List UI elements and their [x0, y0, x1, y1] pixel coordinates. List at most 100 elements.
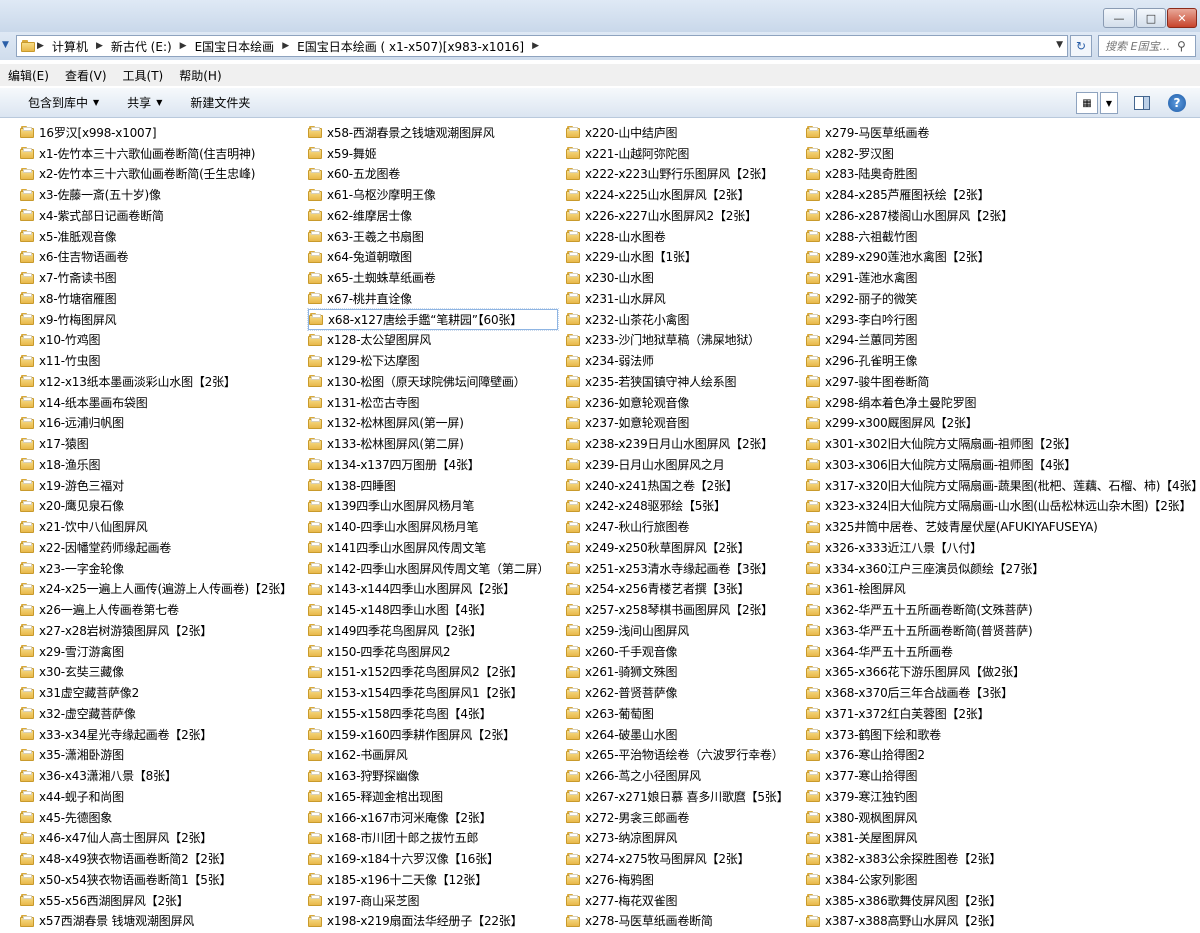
folder-item[interactable]: x8-竹塘宿雁图: [20, 288, 300, 309]
folder-item[interactable]: x257-x258琴棋书画图屏风【2张】: [566, 599, 806, 620]
breadcrumb-computer[interactable]: 计算机: [46, 38, 94, 55]
folder-item[interactable]: x169-x184十六罗汉像【16张】: [308, 848, 558, 869]
folder-item[interactable]: x64-兔道朝暾图: [308, 247, 558, 268]
folder-item[interactable]: x48-x49狭衣物语画卷断简2【2张】: [20, 848, 300, 869]
folder-item[interactable]: x22-因幡堂药师缘起画卷: [20, 537, 300, 558]
folder-item[interactable]: x261-骑狮文殊图: [566, 662, 806, 683]
folder-item[interactable]: x155-x158四季花鸟图【4张】: [308, 703, 558, 724]
folder-item[interactable]: x142-四季山水图屏风传周文笔（第二屏）: [308, 558, 558, 579]
folder-item[interactable]: x6-住吉物语画卷: [20, 247, 300, 268]
folder-item[interactable]: x274-x275牧马图屏风【2张】: [566, 848, 806, 869]
folder-item[interactable]: x68-x127唐绘手鑑“笔耕园”【60张】: [307, 307, 559, 331]
folder-item[interactable]: x57西湖春景 钱塘观潮图屏风: [20, 911, 300, 932]
folder-item[interactable]: x229-山水图【1张】: [566, 247, 806, 268]
breadcrumb-current-folder[interactable]: E国宝日本绘画 ( x1-x507)[x983-x1016]: [291, 38, 530, 55]
folder-item[interactable]: x284-x285芦雁图袄绘【2张】: [806, 184, 1200, 205]
folder-item[interactable]: x198-x219扇面法华经册子【22张】: [308, 911, 558, 932]
folder-item[interactable]: x16-远浦归帆图: [20, 413, 300, 434]
folder-item[interactable]: x151-x152四季花鸟图屏风2【2张】: [308, 662, 558, 683]
folder-item[interactable]: x36-x43潇湘八景【8张】: [20, 765, 300, 786]
folder-item[interactable]: x163-狩野探幽像: [308, 765, 558, 786]
folder-item[interactable]: x234-弱法师: [566, 350, 806, 371]
folder-item[interactable]: x264-破墨山水图: [566, 724, 806, 745]
folder-item[interactable]: x7-竹斋读书图: [20, 267, 300, 288]
folder-item[interactable]: x221-山越阿弥陀图: [566, 143, 806, 164]
folder-item[interactable]: x371-x372红白芙蓉图【2张】: [806, 703, 1200, 724]
folder-item[interactable]: x377-寒山拾得图: [806, 765, 1200, 786]
folder-item[interactable]: x222-x223山野行乐图屏风【2张】: [566, 164, 806, 185]
folder-item[interactable]: x4-紫式部日记画卷断简: [20, 205, 300, 226]
folder-item[interactable]: x384-公家列影图: [806, 869, 1200, 890]
folder-item[interactable]: x233-沙门地狱草稿（沸屎地狱）: [566, 330, 806, 351]
folder-item[interactable]: x3-佐藤一斎(五十岁)像: [20, 184, 300, 205]
refresh-button[interactable]: ↻: [1070, 35, 1092, 57]
maximize-button[interactable]: □: [1136, 8, 1166, 28]
folder-item[interactable]: x325井筒中居卷、艺妓青屋伏屋(AFUKIYAFUSEYA): [806, 516, 1200, 537]
folder-item[interactable]: x145-x148四季山水图【4张】: [308, 599, 558, 620]
folder-item[interactable]: x273-纳凉图屏风: [566, 828, 806, 849]
folder-item[interactable]: x46-x47仙人高士图屏风【2张】: [20, 828, 300, 849]
folder-item[interactable]: x262-普贤菩萨像: [566, 682, 806, 703]
folder-item[interactable]: x55-x56西湖图屏风【2张】: [20, 890, 300, 911]
folder-item[interactable]: x361-桧图屏风: [806, 579, 1200, 600]
address-dropdown-icon[interactable]: ▼: [1056, 40, 1063, 50]
folder-item[interactable]: x153-x154四季花鸟图屏风1【2张】: [308, 682, 558, 703]
folder-item[interactable]: x67-桃井直诠像: [308, 288, 558, 309]
folder-item[interactable]: x236-如意轮观音像: [566, 392, 806, 413]
folder-item[interactable]: x10-竹鸡图: [20, 330, 300, 351]
folder-item[interactable]: x60-五龙图卷: [308, 164, 558, 185]
folder-item[interactable]: x237-如意轮观音图: [566, 413, 806, 434]
folder-item[interactable]: x9-竹梅图屏风: [20, 309, 300, 330]
folder-item[interactable]: x129-松下达摩图: [308, 350, 558, 371]
folder-item[interactable]: x279-马医草纸画卷: [806, 122, 1200, 143]
folder-item[interactable]: x297-骏牛图卷断简: [806, 371, 1200, 392]
menu-view[interactable]: 查看(V): [57, 67, 115, 84]
folder-item[interactable]: x134-x137四万图册【4张】: [308, 454, 558, 475]
folder-item[interactable]: x62-维摩居士像: [308, 205, 558, 226]
folder-item[interactable]: x301-x302旧大仙院方丈隔扇画-祖师图【2张】: [806, 433, 1200, 454]
search-icon[interactable]: ⚲: [1177, 39, 1186, 53]
folder-item[interactable]: x277-梅花双雀图: [566, 890, 806, 911]
menu-help[interactable]: 帮助(H): [171, 67, 229, 84]
folder-item[interactable]: x240-x241热国之卷【2张】: [566, 475, 806, 496]
folder-item[interactable]: x303-x306旧大仙院方丈隔扇画-祖师图【4张】: [806, 454, 1200, 475]
folder-item[interactable]: x293-李白吟行图: [806, 309, 1200, 330]
folder-item[interactable]: x27-x28岩树游猿图屏风【2张】: [20, 620, 300, 641]
folder-item[interactable]: x26一遍上人传画卷第七卷: [20, 599, 300, 620]
folder-item[interactable]: x266-茑之小径图屏风: [566, 765, 806, 786]
folder-item[interactable]: x260-千手观音像: [566, 641, 806, 662]
folder-item[interactable]: x32-虚空藏菩萨像: [20, 703, 300, 724]
breadcrumb-drive[interactable]: 新古代 (E:): [105, 38, 178, 55]
folder-item[interactable]: x44-蚬子和尚图: [20, 786, 300, 807]
folder-item[interactable]: x17-猿图: [20, 433, 300, 454]
folder-item[interactable]: x58-西湖春景之钱塘观潮图屏风: [308, 122, 558, 143]
new-folder-button[interactable]: 新建文件夹: [176, 94, 264, 111]
close-button[interactable]: ✕: [1167, 8, 1197, 28]
menu-edit[interactable]: 编辑(E): [0, 67, 57, 84]
folder-item[interactable]: x159-x160四季耕作图屏风【2张】: [308, 724, 558, 745]
folder-item[interactable]: x23-一字金轮像: [20, 558, 300, 579]
folder-item[interactable]: x323-x324旧大仙院方丈隔扇画-山水图(山岳松林远山杂木图)【2张】: [806, 496, 1200, 517]
include-in-library-button[interactable]: 包含到库中 ▼: [0, 94, 113, 111]
folder-item[interactable]: x165-释迦金棺出现图: [308, 786, 558, 807]
folder-item[interactable]: x29-雪汀游禽图: [20, 641, 300, 662]
folder-item[interactable]: x238-x239日月山水图屏风【2张】: [566, 433, 806, 454]
folder-item[interactable]: x63-王羲之书扇图: [308, 226, 558, 247]
folder-item[interactable]: x272-男衾三郎画卷: [566, 807, 806, 828]
folder-item[interactable]: x149四季花鸟图屏风【2张】: [308, 620, 558, 641]
share-button[interactable]: 共享 ▼: [113, 94, 176, 111]
preview-pane-icon[interactable]: [1134, 96, 1150, 110]
folder-item[interactable]: x283-陆奥奇胜图: [806, 164, 1200, 185]
folder-item[interactable]: x11-竹虫图: [20, 350, 300, 371]
menu-tools[interactable]: 工具(T): [115, 67, 172, 84]
folder-item[interactable]: x132-松林图屏风(第一屏): [308, 413, 558, 434]
folder-item[interactable]: x380-观枫图屏风: [806, 807, 1200, 828]
folder-item[interactable]: x368-x370后三年合战画卷【3张】: [806, 682, 1200, 703]
folder-item[interactable]: x254-x256青楼艺者撰【3张】: [566, 579, 806, 600]
folder-item[interactable]: x45-先德图象: [20, 807, 300, 828]
folder-item[interactable]: x30-玄奘三藏像: [20, 662, 300, 683]
folder-item[interactable]: x140-四季山水图屏风杨月笔: [308, 516, 558, 537]
chevron-right-icon[interactable]: ▶: [530, 41, 541, 51]
search-box[interactable]: ⚲: [1098, 35, 1196, 57]
folder-item[interactable]: x139四季山水图屏风杨月笔: [308, 496, 558, 517]
